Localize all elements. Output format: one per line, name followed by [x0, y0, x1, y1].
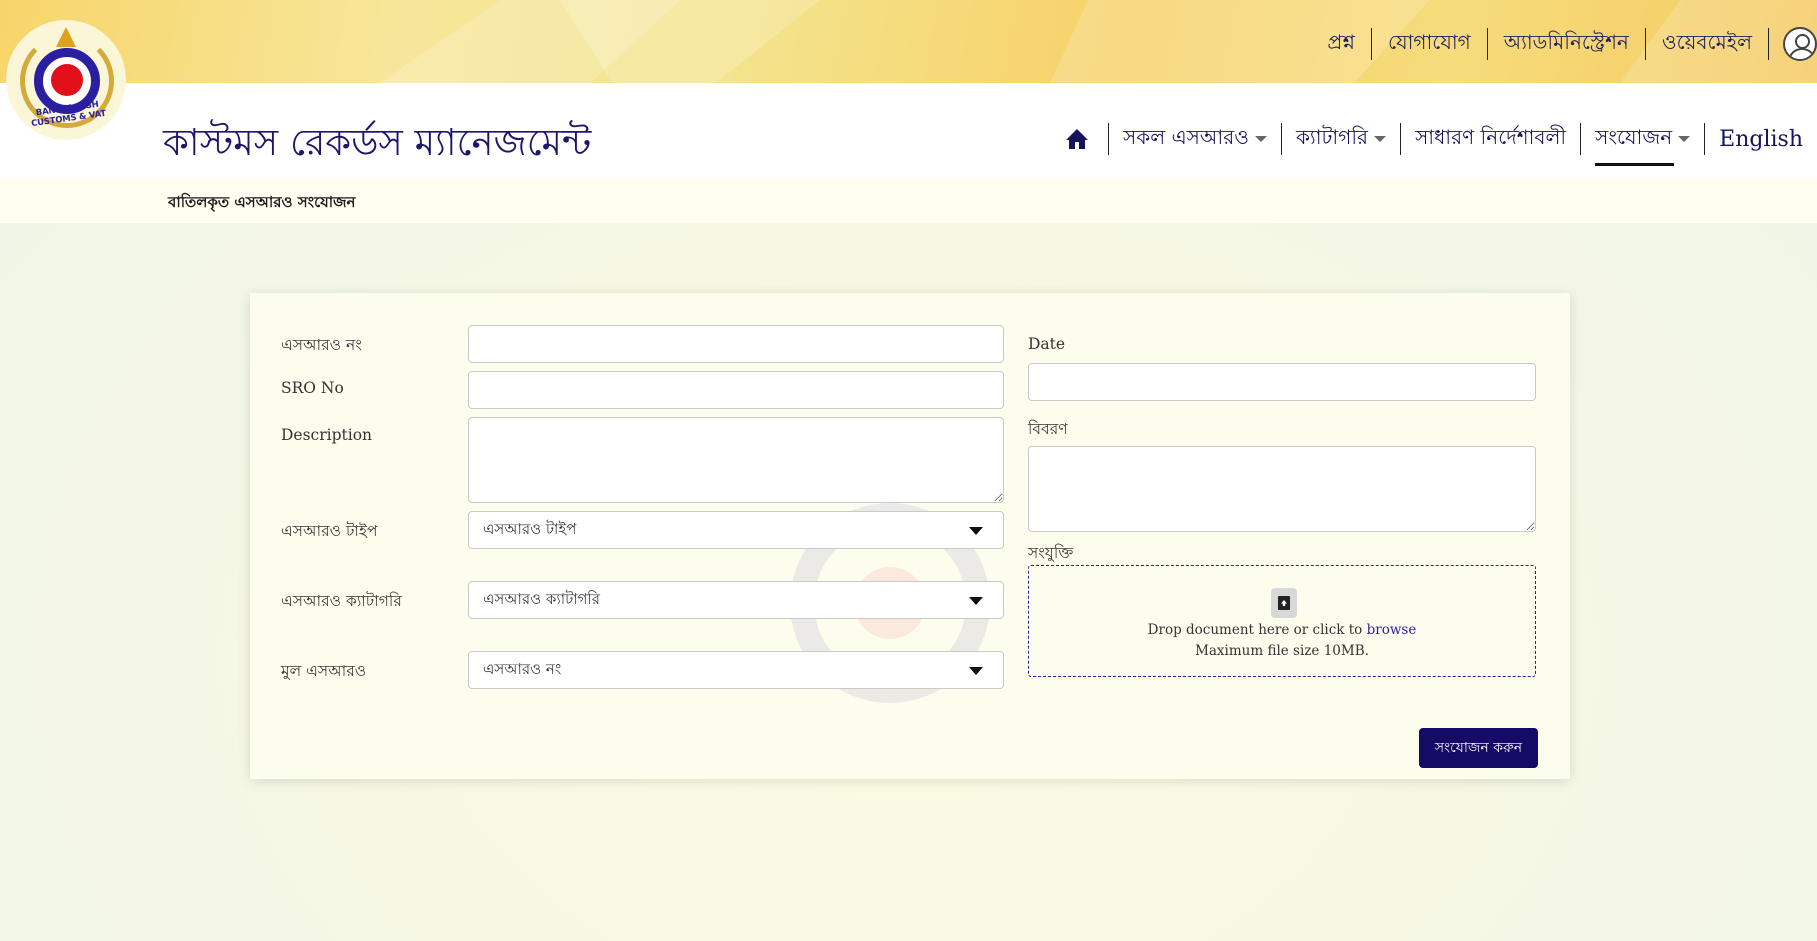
file-dropzone[interactable]: Drop document here or click to browse Ma…: [1028, 565, 1536, 677]
sro-category-select[interactable]: এসআরও ক্যাটাগরি: [468, 581, 1004, 619]
original-sro-select[interactable]: এসআরও নং: [468, 651, 1004, 689]
date-input[interactable]: [1028, 363, 1536, 401]
dropzone-text: Drop document here or click to: [1147, 622, 1363, 638]
sro-type-select[interactable]: এসআরও টাইপ: [468, 511, 1004, 549]
site-title[interactable]: কাস্টমস রেকর্ডস ম্যানেজমেন্ট: [163, 113, 591, 176]
logo-red-dot: [51, 64, 83, 96]
details-label: বিবরণ: [1028, 420, 1068, 438]
language-toggle[interactable]: English: [1705, 122, 1817, 156]
nav-category-label: ক্যাটাগরি: [1295, 124, 1369, 149]
caret-down-icon: [1678, 136, 1691, 142]
dropzone-size-limit: Maximum file size 10MB.: [1195, 643, 1369, 659]
sro-type-label: এসআরও টাইপ: [281, 522, 378, 540]
caret-down-icon: [969, 597, 983, 605]
sro-no-bn-label: এসআরও নং: [281, 336, 362, 354]
breadcrumb-bar: বাতিলকৃত এসআরও সংযোজন: [0, 179, 1817, 223]
nav-category[interactable]: ক্যাটাগরি: [1282, 122, 1400, 156]
original-sro-selected: এসআরও নং: [483, 659, 562, 678]
caret-down-icon: [1254, 136, 1267, 142]
top-link-contact[interactable]: যোগাযোগ: [1372, 29, 1487, 59]
top-link-administration[interactable]: অ্যাডমিনিস্ট্রেশন: [1488, 29, 1645, 59]
top-utility-links: প্রশ্ন যোগাযোগ অ্যাডমিনিস্ট্রেশন ওয়েবমে…: [1311, 26, 1817, 62]
nav-add-label: সংযোজন: [1595, 124, 1673, 149]
user-avatar-icon[interactable]: [1783, 27, 1817, 61]
caret-down-icon: [1374, 136, 1387, 142]
caret-down-icon: [969, 527, 983, 535]
sro-type-selected: এসআরও টাইপ: [483, 519, 577, 538]
nav-all-sro-label: সকল এসআরও: [1122, 124, 1249, 149]
description-textarea[interactable]: [468, 417, 1004, 503]
sro-category-label: এসআরও ক্যাটাগরি: [281, 592, 402, 610]
nav-home[interactable]: [1046, 122, 1108, 156]
file-upload-icon: [1271, 588, 1297, 618]
attachment-label: সংযুক্তি: [1028, 544, 1074, 562]
original-sro-label: মুল এসআরও: [281, 662, 367, 680]
sro-no-bn-input[interactable]: [468, 325, 1004, 363]
date-label: Date: [1028, 335, 1066, 353]
nav-all-sro[interactable]: সকল এসআরও: [1109, 122, 1281, 156]
home-icon: [1065, 129, 1088, 149]
bangladesh-customs-logo[interactable]: BANGLADESH CUSTOMS & VAT: [6, 20, 126, 140]
top-banner: প্রশ্ন যোগাযোগ অ্যাডমিনিস্ট্রেশন ওয়েবমে…: [0, 0, 1817, 83]
nav-add[interactable]: সংযোজন: [1581, 122, 1704, 166]
breadcrumb: বাতিলকৃত এসআরও সংযোজন: [168, 193, 356, 211]
top-link-question[interactable]: প্রশ্ন: [1311, 29, 1371, 59]
browse-link[interactable]: browse: [1367, 622, 1417, 638]
sro-form-card: এসআরও নং SRO No Description এসআরও টাইপ এ…: [250, 293, 1570, 779]
description-label: Description: [281, 426, 373, 444]
dropzone-instruction: Drop document here or click to browse: [1029, 622, 1535, 638]
nav-general-instructions[interactable]: সাধারণ নির্দেশাবলী: [1401, 122, 1580, 156]
divider: [1768, 28, 1769, 60]
main-nav: সকল এসআরও ক্যাটাগরি সাধারণ নির্দেশাবলী স…: [1046, 121, 1817, 166]
details-textarea[interactable]: [1028, 446, 1536, 532]
sro-no-en-label: SRO No: [281, 379, 344, 397]
submit-button[interactable]: সংযোজন করুন: [1419, 728, 1538, 768]
top-link-webmail[interactable]: ওয়েবমেইল: [1646, 29, 1768, 59]
sro-no-en-input[interactable]: [468, 371, 1004, 409]
caret-down-icon: [969, 667, 983, 675]
sro-category-selected: এসআরও ক্যাটাগরি: [483, 589, 600, 608]
site-header: কাস্টমস রেকর্ডস ম্যানেজমেন্ট সকল এসআরও ক…: [0, 83, 1817, 179]
